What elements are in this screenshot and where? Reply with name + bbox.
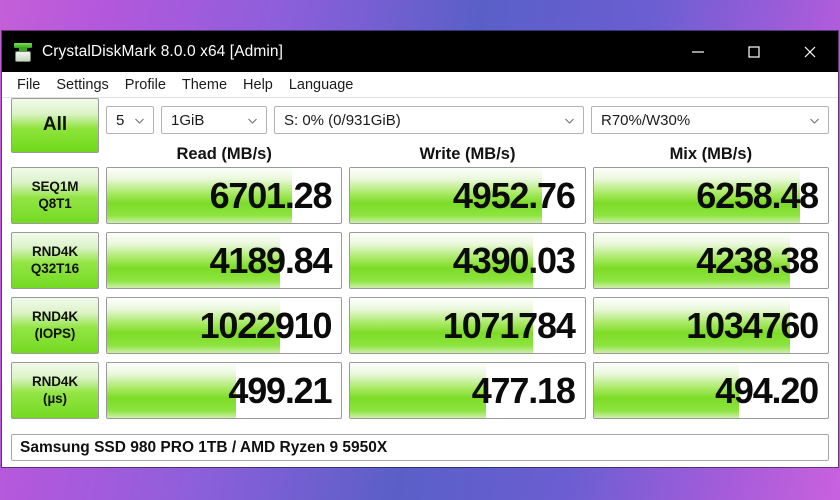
score-value: 494.20 [715,369,819,411]
score-value: 6701.28 [209,174,333,216]
menu-item-file[interactable]: File [9,72,48,98]
row-label-line2: (IOPS) [34,326,76,341]
row-label-line2: Q32T16 [30,261,80,276]
results-grid: Read (MB/s) Write (MB/s) Mix (MB/s) SEQ1… [2,142,838,434]
close-icon [802,44,818,60]
drive-value: S: 0% (0/931GiB) [284,111,401,129]
maximize-button[interactable] [726,31,782,72]
status-text: Samsung SSD 980 PRO 1TB / AMD Ryzen 9 59… [20,438,388,456]
score-value: 4189.84 [209,239,333,281]
score-value: 1034760 [686,304,819,346]
score-read[interactable]: 1022910 [106,297,343,354]
score-value: 6258.48 [696,174,819,216]
table-row: RND4K (IOPS) 1022910 1071784 1034760 [11,297,829,354]
row-label-rnd4k-iops[interactable]: RND4K (IOPS) [11,297,99,354]
score-write[interactable]: 4390.03 [349,232,586,289]
test-count-select[interactable]: 5 [106,106,154,134]
row-label-rnd4k-us[interactable]: RND4K (µs) [11,362,99,419]
menu-item-theme[interactable]: Theme [174,72,235,98]
window-controls [670,31,838,72]
crystaldiskmark-icon [13,42,33,62]
status-bar: Samsung SSD 980 PRO 1TB / AMD Ryzen 9 59… [11,434,829,461]
toolbar: All 5 1GiB S: 0% (0/931GiB) R70%/W30% [2,97,838,153]
row-label-seq1m-q8t1[interactable]: SEQ1M Q8T1 [11,167,99,224]
maximize-icon [747,45,761,59]
row-label-line1: RND4K [31,243,78,259]
title-bar: CrystalDiskMark 8.0.0 x64 [Admin] [2,31,838,72]
minimize-button[interactable] [670,31,726,72]
menu-item-language[interactable]: Language [281,72,362,98]
test-size-value: 1GiB [171,111,205,129]
score-value: 4952.76 [452,174,576,216]
score-value: 477.18 [471,369,576,411]
row-label-line2: Q8T1 [38,196,72,211]
chevron-down-icon [246,114,259,127]
close-button[interactable] [782,31,838,72]
window-title: CrystalDiskMark 8.0.0 x64 [Admin] [42,42,284,60]
score-value: 1071784 [442,304,576,346]
column-header-read: Read (MB/s) [176,145,272,163]
table-row: RND4K Q32T16 4189.84 4390.03 4238.38 [11,232,829,289]
table-row: RND4K (µs) 499.21 477.18 494.20 [11,362,829,419]
score-mix[interactable]: 4238.38 [592,232,829,289]
test-count-value: 5 [116,111,125,129]
score-value: 4390.03 [452,239,576,281]
score-read[interactable]: 4189.84 [106,232,343,289]
drive-select[interactable]: S: 0% (0/931GiB) [274,106,584,134]
chevron-down-icon [808,114,821,127]
score-write[interactable]: 477.18 [349,362,586,419]
menu-item-help[interactable]: Help [235,72,281,98]
menu-item-profile[interactable]: Profile [117,72,174,98]
score-mix[interactable]: 1034760 [592,297,829,354]
menu-bar: File Settings Profile Theme Help Languag… [2,72,838,98]
minimize-icon [691,45,705,59]
score-mix[interactable]: 494.20 [592,362,829,419]
mix-ratio-select[interactable]: R70%/W30% [591,106,829,134]
row-label-line1: RND4K [31,373,78,389]
score-value: 1022910 [199,304,333,346]
run-all-button[interactable]: All [11,97,99,153]
chevron-down-icon [563,114,576,127]
score-value: 4238.38 [696,239,819,281]
mix-ratio-value: R70%/W30% [601,111,691,129]
score-read[interactable]: 499.21 [106,362,343,419]
chevron-down-icon [133,114,146,127]
test-size-select[interactable]: 1GiB [161,106,267,134]
row-label-line2: (µs) [43,391,67,406]
score-fill-bar [350,363,487,418]
column-header-write: Write (MB/s) [419,145,516,163]
score-write[interactable]: 1071784 [349,297,586,354]
score-read[interactable]: 6701.28 [106,167,343,224]
score-fill-bar [107,363,236,418]
score-value: 499.21 [228,369,332,411]
score-mix[interactable]: 6258.48 [592,167,829,224]
column-header-mix: Mix (MB/s) [669,145,753,163]
menu-item-settings[interactable]: Settings [48,72,116,98]
score-write[interactable]: 4952.76 [349,167,586,224]
row-label-line1: SEQ1M [31,178,79,194]
table-row: SEQ1M Q8T1 6701.28 4952.76 6258.48 [11,167,829,224]
row-label-rnd4k-q32t16[interactable]: RND4K Q32T16 [11,232,99,289]
results-header-row: Read (MB/s) Write (MB/s) Mix (MB/s) [11,142,829,167]
crystaldiskmark-window: CrystalDiskMark 8.0.0 x64 [Admin] File S… [2,31,838,467]
row-label-line1: RND4K [31,308,78,324]
